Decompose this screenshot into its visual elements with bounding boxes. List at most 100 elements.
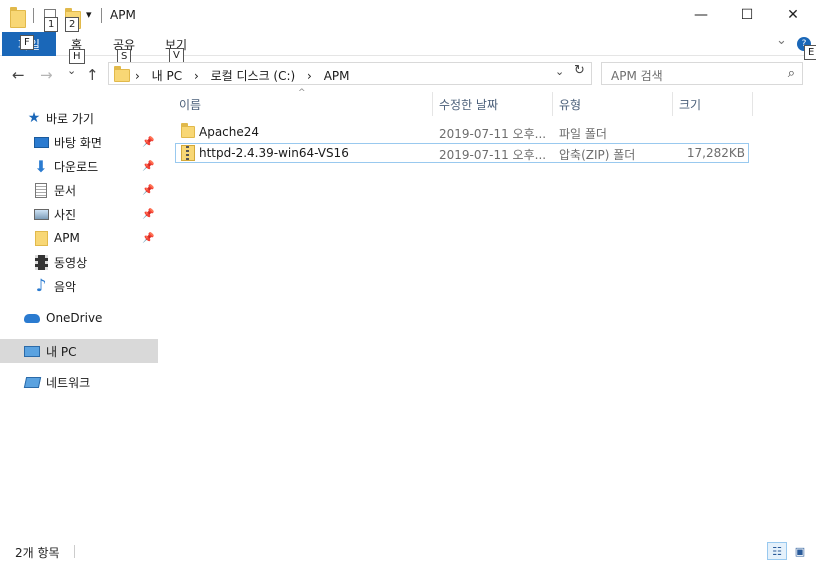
- column-divider[interactable]: [752, 92, 753, 116]
- navigation-pane: ★ 바로 가기 바탕 화면 📌 ⬇ 다운로드 📌 문서 📌 사진 📌 APM 📌…: [0, 92, 160, 537]
- column-header-label: 크기: [679, 97, 702, 112]
- pin-icon: 📌: [142, 184, 155, 196]
- toolbar-divider: [101, 8, 102, 23]
- breadcrumb-separator: ›: [307, 69, 312, 83]
- music-icon: ♪: [35, 276, 47, 296]
- close-button[interactable]: ✕: [770, 0, 816, 30]
- breadcrumb-this-pc[interactable]: 내 PC: [152, 69, 182, 83]
- column-header-label: 수정한 날짜: [439, 97, 499, 112]
- column-header-name[interactable]: 이름: [179, 92, 201, 116]
- nav-item-music[interactable]: ♪ 음악: [0, 274, 158, 298]
- status-divider: [74, 545, 75, 558]
- file-size: 17,282KB: [686, 146, 745, 160]
- minimize-button[interactable]: —: [678, 0, 724, 30]
- details-view-icon: ☷: [772, 544, 782, 558]
- close-icon: ✕: [787, 7, 799, 23]
- nav-item-onedrive[interactable]: OneDrive: [0, 306, 158, 330]
- folder-icon: [181, 123, 195, 141]
- nav-item-this-pc[interactable]: 내 PC: [0, 339, 158, 363]
- column-divider[interactable]: [432, 92, 433, 116]
- column-header-label: 이름: [179, 97, 202, 112]
- forward-button[interactable]: →: [40, 66, 53, 84]
- breadcrumb-apm[interactable]: APM: [324, 69, 350, 83]
- pictures-icon: [33, 206, 49, 222]
- search-icon[interactable]: ⌕: [788, 66, 795, 81]
- file-row-apache24[interactable]: Apache24 2019-07-11 오후... 파일 폴더: [175, 122, 749, 142]
- refresh-icon[interactable]: ↻: [574, 63, 585, 78]
- column-divider[interactable]: [672, 92, 673, 116]
- minimize-icon: —: [694, 7, 708, 23]
- nav-label: 음악: [54, 279, 77, 294]
- folder-icon: [10, 7, 26, 28]
- address-dropdown-icon[interactable]: ⌄: [555, 65, 564, 78]
- breadcrumb-local-disk[interactable]: 로컬 디스크 (C:): [211, 69, 296, 83]
- toolbar-divider: [33, 8, 34, 23]
- nav-label: APM: [54, 231, 80, 245]
- nav-item-pictures[interactable]: 사진 📌: [0, 202, 158, 226]
- video-icon: [33, 254, 49, 270]
- up-button[interactable]: ↑: [86, 66, 99, 84]
- maximize-button[interactable]: ☐: [724, 0, 770, 30]
- maximize-icon: ☐: [740, 7, 754, 23]
- window-title: APM: [110, 8, 136, 22]
- pin-icon: 📌: [142, 208, 155, 220]
- search-placeholder: APM 검색: [611, 69, 663, 83]
- network-icon: [23, 374, 41, 390]
- desktop-icon: [33, 134, 49, 150]
- nav-label: 다운로드: [54, 159, 99, 174]
- address-row: ← → ⌄ ↑ › 내 PC › 로컬 디스크 (C:) › APM ⌄ ↻ A…: [0, 58, 816, 90]
- file-row-httpd-zip[interactable]: httpd-2.4.39-win64-VS16 2019-07-11 오후...…: [175, 143, 749, 163]
- cloud-icon: [24, 310, 40, 326]
- file-name: httpd-2.4.39-win64-VS16: [199, 146, 349, 160]
- customize-toolbar-dropdown[interactable]: ▾: [86, 8, 92, 21]
- folder-icon: [33, 230, 49, 246]
- expand-ribbon-chevron-icon[interactable]: ⌄: [776, 33, 787, 48]
- column-header-date[interactable]: 수정한 날짜: [439, 92, 498, 116]
- nav-item-desktop[interactable]: 바탕 화면 📌: [0, 130, 158, 154]
- file-date: 2019-07-11 오후...: [439, 127, 547, 141]
- download-icon: ⬇: [34, 156, 48, 176]
- nav-item-apm[interactable]: APM 📌: [0, 226, 158, 250]
- nav-label: 바로 가기: [46, 111, 94, 126]
- file-date: 2019-07-11 오후...: [439, 148, 547, 162]
- pin-icon: 📌: [142, 160, 155, 172]
- nav-item-quick-access[interactable]: ★ 바로 가기: [0, 106, 158, 130]
- column-header-label: 유형: [559, 97, 582, 112]
- pin-icon: 📌: [142, 136, 155, 148]
- recent-locations-dropdown[interactable]: ⌄: [67, 64, 76, 77]
- large-icons-view-button[interactable]: ▣: [790, 542, 810, 560]
- large-icons-view-icon: ▣: [794, 544, 806, 558]
- keytip-file: F: [20, 35, 34, 50]
- document-icon: [33, 182, 49, 198]
- column-header-size[interactable]: 크기: [679, 92, 701, 116]
- keytip-2: 2: [65, 17, 80, 32]
- ribbon: 파일 F 홈 공유 보기 H S V ⌄: [0, 32, 816, 64]
- nav-item-documents[interactable]: 문서 📌: [0, 178, 158, 202]
- back-button[interactable]: ←: [12, 66, 25, 84]
- details-view-button[interactable]: ☷: [767, 542, 787, 560]
- keytip-1: 1: [44, 17, 59, 32]
- file-name: Apache24: [199, 125, 260, 139]
- column-divider[interactable]: [552, 92, 553, 116]
- zip-folder-icon: [181, 145, 195, 164]
- nav-label: 사진: [54, 207, 77, 222]
- nav-label: 바탕 화면: [54, 135, 102, 150]
- nav-label: 동영상: [54, 255, 88, 270]
- nav-item-videos[interactable]: 동영상: [0, 250, 158, 274]
- title-bar: ▾ APM 1 2 — ☐ ✕: [0, 0, 816, 32]
- address-bar[interactable]: › 내 PC › 로컬 디스크 (C:) › APM: [108, 62, 592, 85]
- nav-label: OneDrive: [46, 311, 103, 325]
- nav-item-network[interactable]: 네트워크: [0, 370, 158, 394]
- breadcrumb: › 내 PC › 로컬 디스크 (C:) › APM: [135, 67, 358, 84]
- folder-icon: [114, 66, 130, 82]
- breadcrumb-separator: ›: [135, 69, 140, 83]
- nav-item-downloads[interactable]: ⬇ 다운로드 📌: [0, 154, 158, 178]
- column-header-type[interactable]: 유형: [559, 92, 581, 116]
- nav-label: 네트워크: [46, 375, 91, 390]
- file-type: 파일 폴더: [559, 127, 607, 141]
- file-type: 압축(ZIP) 폴더: [559, 148, 636, 162]
- nav-label: 내 PC: [46, 344, 77, 359]
- search-input[interactable]: APM 검색 ⌕: [601, 62, 803, 85]
- item-count: 2개 항목: [15, 546, 60, 560]
- status-bar: 2개 항목 ☷ ▣: [0, 538, 816, 564]
